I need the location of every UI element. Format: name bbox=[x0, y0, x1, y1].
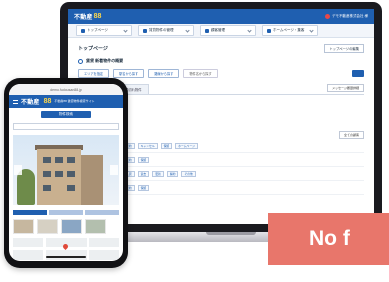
nav-item-label: ホームページ・集客 bbox=[273, 28, 305, 32]
nav-item-label: トップページ bbox=[87, 28, 108, 32]
phone-address-bar[interactable]: demo.fudousan88.jp bbox=[9, 84, 123, 95]
nav-item-rental[interactable]: 賃貸物件の管理 bbox=[138, 25, 194, 36]
user-icon bbox=[205, 28, 209, 33]
brand-logo-text: 不動産 bbox=[74, 15, 93, 21]
window bbox=[67, 157, 75, 163]
home-icon bbox=[81, 28, 85, 33]
status-tag[interactable]: キャンセル bbox=[137, 143, 158, 149]
window bbox=[55, 157, 63, 163]
notification-icon[interactable] bbox=[325, 14, 331, 19]
chevron-down-icon bbox=[309, 28, 314, 33]
search-icon bbox=[78, 58, 83, 64]
app-header: 不動産 88 デモ不動産株式会社 様 bbox=[68, 9, 374, 24]
nav-item-customers[interactable]: 顧客管理 bbox=[200, 25, 256, 36]
chevron-down-icon bbox=[185, 28, 190, 33]
laptop-notch bbox=[206, 232, 256, 235]
search-heading-text: 賃貸 新着物件の概要 bbox=[86, 58, 124, 63]
photo-tab[interactable] bbox=[13, 210, 47, 215]
filter-station-button[interactable]: 駅名から探す bbox=[113, 69, 145, 78]
window bbox=[43, 185, 51, 191]
search-button[interactable] bbox=[352, 70, 364, 77]
brand-logo-number: 88 bbox=[93, 13, 102, 20]
nav-item-label: 顧客管理 bbox=[211, 28, 225, 32]
chevron-down-icon bbox=[123, 28, 128, 33]
property-photo bbox=[13, 135, 119, 205]
filter-line-button[interactable]: 路線から探す bbox=[148, 69, 180, 78]
nav-item-top[interactable]: トップページ bbox=[76, 25, 132, 36]
filter-row: エリアを指定 駅名から探す 路線から探す 物件名から探す bbox=[78, 69, 364, 78]
header-user-area[interactable]: デモ不動産株式会社 様 bbox=[325, 14, 368, 19]
nav-item-label: 賃貸物件の管理 bbox=[149, 28, 174, 32]
phone-photo-tabs bbox=[13, 210, 119, 215]
phone-body: 物件検索 bbox=[9, 108, 123, 261]
phone-mockup: demo.fudousan88.jp 不動産 88 不動産88 賃貸物件検索サイ… bbox=[4, 78, 128, 268]
page-title-row: トップページ トップページの編集 bbox=[78, 43, 364, 53]
globe-icon bbox=[267, 28, 271, 33]
phone-brand-number: 88 bbox=[43, 98, 52, 105]
search-heading: 賃貸 新着物件の概要 bbox=[78, 58, 364, 64]
window bbox=[43, 157, 51, 163]
window bbox=[67, 171, 75, 177]
map-road bbox=[87, 238, 89, 260]
nav-item-homepage[interactable]: ホームページ・集客 bbox=[262, 25, 318, 36]
filter-area-button[interactable]: エリアを指定 bbox=[78, 69, 110, 78]
phone-screen: demo.fudousan88.jp 不動産 88 不動産88 賃貸物件検索サイ… bbox=[9, 84, 123, 261]
status-tag[interactable]: 保留 bbox=[160, 143, 173, 149]
chevron-down-icon bbox=[247, 28, 252, 33]
photo-tab[interactable] bbox=[49, 210, 83, 215]
menu-icon[interactable] bbox=[13, 99, 18, 104]
status-tag[interactable]: 退去 bbox=[137, 171, 150, 177]
thumbnail[interactable] bbox=[13, 219, 34, 234]
phone-search-input[interactable] bbox=[13, 123, 119, 130]
window bbox=[43, 171, 51, 177]
page-title: トップページ bbox=[78, 45, 108, 52]
window bbox=[55, 171, 63, 177]
status-tag[interactable]: 保留 bbox=[137, 185, 150, 191]
status-tag[interactable]: 更新 bbox=[152, 171, 164, 177]
status-tag[interactable]: ホームページ bbox=[175, 143, 198, 149]
phone-sub-brand: 不動産88 賃貸物件検索サイト bbox=[54, 98, 95, 103]
thumbnail[interactable] bbox=[85, 219, 106, 234]
message-history-button[interactable]: メッセージ履歴詳細 bbox=[327, 84, 364, 92]
status-tag[interactable]: その他 bbox=[181, 171, 196, 177]
phone-header: 不動産 88 不動産88 賃貸物件検索サイト bbox=[9, 95, 123, 108]
building-icon bbox=[143, 28, 147, 33]
user-label: デモ不動産株式会社 様 bbox=[332, 14, 368, 18]
photo-thumbnails bbox=[13, 219, 119, 234]
no-fee-banner: No f bbox=[268, 213, 389, 265]
building-side bbox=[81, 155, 103, 205]
banner-text: No f bbox=[309, 227, 350, 250]
chevron-right-icon[interactable] bbox=[110, 165, 118, 175]
home-indicator bbox=[46, 256, 86, 258]
all-customers-button[interactable]: 全ての顧客 bbox=[338, 131, 364, 139]
edit-top-page-button[interactable]: トップページの編集 bbox=[324, 43, 364, 53]
phone-url: demo.fudousan88.jp bbox=[50, 87, 82, 92]
phone-search-button[interactable]: 物件検索 bbox=[41, 111, 91, 118]
thumbnail[interactable] bbox=[61, 219, 82, 234]
main-navigation: トップページ 賃貸物件の管理 顧客管理 ホームページ・集客 bbox=[68, 24, 374, 38]
phone-brand-text: 不動産 bbox=[21, 100, 40, 106]
chevron-left-icon[interactable] bbox=[14, 165, 22, 175]
window bbox=[67, 185, 75, 191]
status-tag[interactable]: 解約 bbox=[166, 171, 179, 177]
status-tag[interactable]: 保留 bbox=[137, 157, 150, 163]
thumbnail[interactable] bbox=[37, 219, 58, 234]
building-main bbox=[37, 149, 81, 205]
property-name-input[interactable]: 物件名から探す bbox=[183, 69, 218, 78]
photo-tab[interactable] bbox=[85, 210, 119, 215]
